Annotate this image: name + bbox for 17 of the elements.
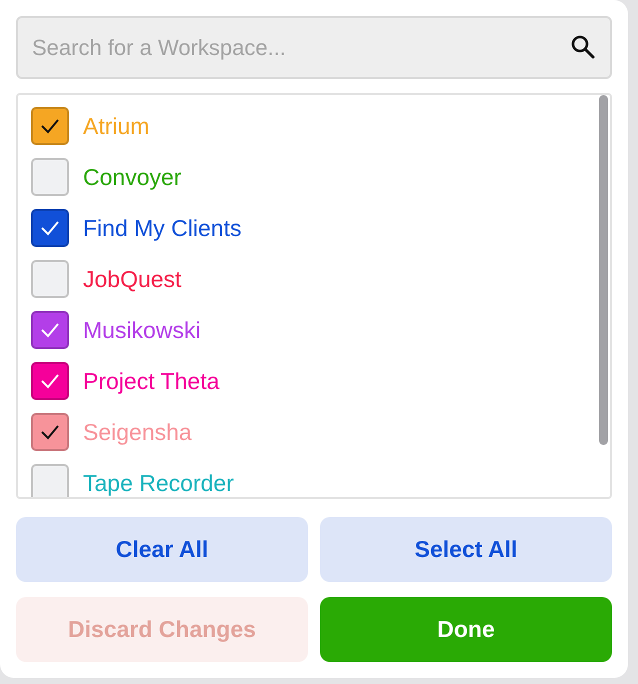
search-icon[interactable] [570, 34, 596, 60]
workspace-name[interactable]: Seigensha [83, 420, 192, 444]
checkbox[interactable] [31, 464, 69, 497]
scrollbar-thumb[interactable] [599, 95, 608, 445]
workspace-name[interactable]: Project Theta [83, 368, 220, 394]
checkbox[interactable] [31, 158, 69, 196]
workspace-name[interactable]: Musikowski [83, 318, 201, 342]
checkbox[interactable] [31, 260, 69, 298]
done-button[interactable]: Done [320, 597, 612, 662]
action-button[interactable]: Select All [320, 517, 612, 582]
action-button[interactable]: Clear All [16, 517, 308, 582]
workspace-name[interactable]: JobQuest [83, 266, 182, 292]
workspace-name[interactable]: Convoyer [83, 164, 182, 190]
search-field[interactable]: Search for a Workspace... [16, 16, 612, 79]
workspace-name[interactable]: Tape Recorder [83, 470, 234, 496]
workspace-name[interactable]: Atrium [83, 114, 150, 138]
workspace-name[interactable]: Find My Clients [83, 216, 242, 240]
